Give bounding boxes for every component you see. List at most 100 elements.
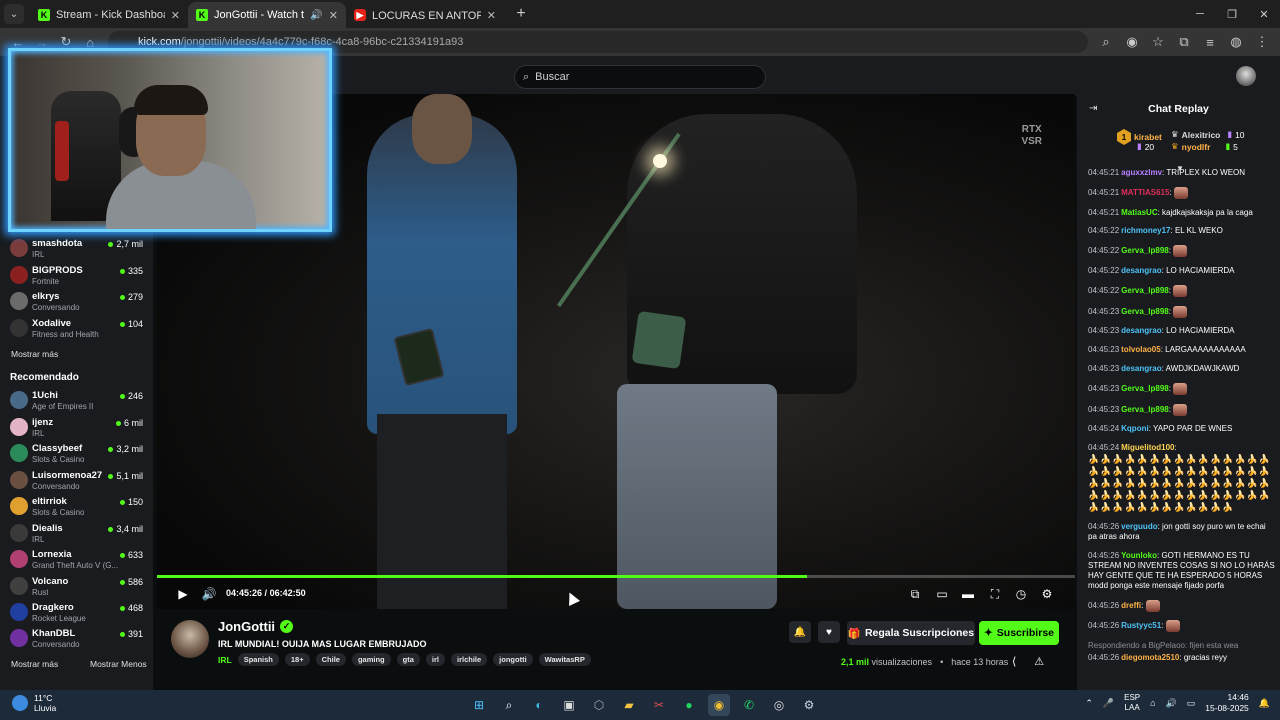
- close-tab-icon[interactable]: ✕: [171, 9, 180, 22]
- tag[interactable]: irlchile: [450, 653, 488, 666]
- network-icon[interactable]: ⌂: [1150, 698, 1155, 708]
- wide-mode-icon[interactable]: ▬: [960, 586, 976, 602]
- speaker-icon[interactable]: 🔊: [310, 10, 322, 21]
- tag[interactable]: 18+: [284, 653, 310, 666]
- show-less-link[interactable]: Mostrar Menos: [90, 659, 147, 669]
- close-tab-icon[interactable]: ✕: [329, 9, 338, 22]
- chat-username[interactable]: Rustyyc51: [1121, 621, 1161, 630]
- chat-username[interactable]: Gerva_lp898: [1121, 307, 1169, 316]
- new-tab-button[interactable]: +: [510, 3, 532, 25]
- play-icon[interactable]: ▶: [175, 586, 191, 602]
- category-link[interactable]: IRL: [218, 655, 232, 665]
- notification-bell-button[interactable]: 🔔: [789, 621, 811, 643]
- sidebar-channel[interactable]: KhanDBL Conversando 391: [10, 626, 148, 652]
- chat-username[interactable]: Gerva_lp898: [1121, 286, 1169, 295]
- chat-username[interactable]: verguudo: [1121, 522, 1157, 531]
- sidebar-channel[interactable]: BIGPRODS Fortnite 335: [10, 263, 148, 289]
- restore-icon[interactable]: ❐: [1216, 0, 1248, 28]
- tag[interactable]: jongotti: [493, 653, 533, 666]
- seek-bar[interactable]: [157, 575, 1075, 578]
- sidebar-channel[interactable]: Volcano Rust 586: [10, 574, 148, 600]
- microphone-icon[interactable]: 🎤: [1103, 698, 1114, 709]
- speaker-icon[interactable]: 🔊: [1166, 698, 1177, 709]
- search-icon[interactable]: ⌕: [498, 694, 520, 716]
- clock[interactable]: 14:46 15-08-2025: [1205, 692, 1248, 714]
- folder-icon[interactable]: ▰: [618, 694, 640, 716]
- close-window-icon[interactable]: ✕: [1248, 0, 1280, 28]
- chat-username[interactable]: Gerva_lp898: [1121, 384, 1169, 393]
- chevron-up-icon[interactable]: ⌃: [1085, 698, 1093, 709]
- chrome-icon[interactable]: ◉: [708, 694, 730, 716]
- edge-icon[interactable]: ◐: [528, 694, 550, 716]
- tab-kick-dashboard[interactable]: K Stream - Kick Dashboard ✕: [30, 2, 188, 28]
- tab-search-button[interactable]: ⌄: [4, 4, 24, 24]
- tag[interactable]: WawitasRP: [538, 653, 591, 666]
- share-icon[interactable]: ⟨: [1012, 655, 1016, 668]
- chat-username[interactable]: MATTIAS615: [1121, 188, 1169, 197]
- chat-username[interactable]: Miguelitod100: [1121, 443, 1174, 452]
- bookmark-star-icon[interactable]: ☆: [1146, 30, 1170, 54]
- tab-jongottii-vod[interactable]: K JonGottii - Watch the VOD 🔊 ✕: [188, 2, 346, 28]
- kebab-menu-icon[interactable]: ⋮: [1250, 30, 1274, 54]
- profile-icon[interactable]: ◍: [1224, 30, 1248, 54]
- chat-username[interactable]: aguxxzlmv: [1121, 168, 1162, 177]
- sidebar-channel[interactable]: Luisormenoa27 Conversando 5,1 mil: [10, 468, 148, 494]
- steam-icon[interactable]: ⚙: [798, 694, 820, 716]
- chat-username[interactable]: Gerva_lp898: [1121, 246, 1169, 255]
- sidebar-channel[interactable]: ijenz IRL 6 mil: [10, 415, 148, 441]
- battery-icon[interactable]: ▭: [1187, 698, 1196, 709]
- show-more-link[interactable]: Mostrar más: [11, 349, 58, 359]
- tag[interactable]: gta: [396, 653, 420, 666]
- minimize-icon[interactable]: ─: [1184, 0, 1216, 28]
- obs-icon[interactable]: ◎: [768, 694, 790, 716]
- subscribe-button[interactable]: ✦ Suscribirse: [979, 621, 1059, 645]
- chat-username[interactable]: desangrao: [1121, 364, 1161, 373]
- zoom-icon[interactable]: ⌕: [1094, 30, 1118, 54]
- playback-speed-icon[interactable]: ◷: [1013, 586, 1029, 602]
- chat-username[interactable]: dreffi: [1121, 601, 1141, 610]
- store-icon[interactable]: ▣: [558, 694, 580, 716]
- weather-widget[interactable]: 11°C Lluvia: [12, 693, 56, 713]
- tag[interactable]: Chile: [315, 653, 346, 666]
- chat-username[interactable]: MatiasUC: [1121, 208, 1157, 217]
- tab-youtube[interactable]: ▶ LOCURAS EN ANTOFA 2🤬 PA ✕: [346, 2, 504, 28]
- theater-mode-icon[interactable]: ▭: [934, 586, 950, 602]
- chat-username[interactable]: Kqponi: [1121, 424, 1149, 433]
- volume-icon[interactable]: 🔊: [201, 586, 217, 602]
- spotify-icon[interactable]: ●: [678, 694, 700, 716]
- follow-button[interactable]: ♥: [818, 621, 840, 643]
- sidebar-channel[interactable]: Classybeef Slots & Casino 3,2 mil: [10, 441, 148, 467]
- search-input[interactable]: ⌕ Buscar: [514, 65, 766, 89]
- eye-icon[interactable]: ◉: [1120, 30, 1144, 54]
- streamer-name-row[interactable]: JonGottii ✓: [218, 619, 294, 634]
- app-icon[interactable]: ⬡: [588, 694, 610, 716]
- close-tab-icon[interactable]: ✕: [487, 9, 496, 22]
- settings-gear-icon[interactable]: ⚙: [1039, 586, 1055, 602]
- extensions-icon[interactable]: ⧉: [1172, 30, 1196, 54]
- chat-username[interactable]: tolvolao05: [1121, 345, 1161, 354]
- sidebar-channel[interactable]: eltirriok Slots & Casino 150: [10, 494, 148, 520]
- tag[interactable]: gaming: [351, 653, 391, 666]
- gift-subs-button[interactable]: 🎁 Regala Suscripciones: [847, 621, 975, 645]
- tag[interactable]: irl: [425, 653, 445, 666]
- sidebar-channel[interactable]: elkrys Conversando 279: [10, 289, 148, 315]
- chat-username[interactable]: richmoney17: [1121, 226, 1170, 235]
- tag[interactable]: Spanish: [237, 653, 279, 666]
- language-indicator[interactable]: ESP LAA: [1124, 693, 1140, 713]
- whatsapp-icon[interactable]: ✆: [738, 694, 760, 716]
- fullscreen-icon[interactable]: ⛶: [987, 586, 1003, 602]
- show-more-link[interactable]: Mostrar más: [11, 659, 58, 669]
- windows-start-icon[interactable]: ⊞: [468, 694, 490, 716]
- sidebar-channel[interactable]: Xodalive Fitness and Health 104: [10, 316, 148, 342]
- sidebar-channel[interactable]: smashdota IRL 2,7 mil: [10, 236, 148, 262]
- user-avatar[interactable]: [1236, 66, 1256, 86]
- sidebar-channel[interactable]: 1Uchi Age of Empires II 246: [10, 388, 148, 414]
- chat-username[interactable]: Younloko: [1121, 551, 1157, 560]
- reply-context[interactable]: Respondiendo a BigPelaoo: fijen esta wea: [1088, 641, 1276, 651]
- sidebar-channel[interactable]: Dragkero Rocket League 468: [10, 600, 148, 626]
- chat-username[interactable]: desangrao: [1121, 326, 1161, 335]
- sidebar-channel[interactable]: Diealis IRL 3,4 mil: [10, 521, 148, 547]
- chat-username[interactable]: desangrao: [1121, 266, 1161, 275]
- chat-username[interactable]: Gerva_lp898: [1121, 405, 1169, 414]
- notifications-bell-icon[interactable]: 🔔: [1259, 698, 1270, 709]
